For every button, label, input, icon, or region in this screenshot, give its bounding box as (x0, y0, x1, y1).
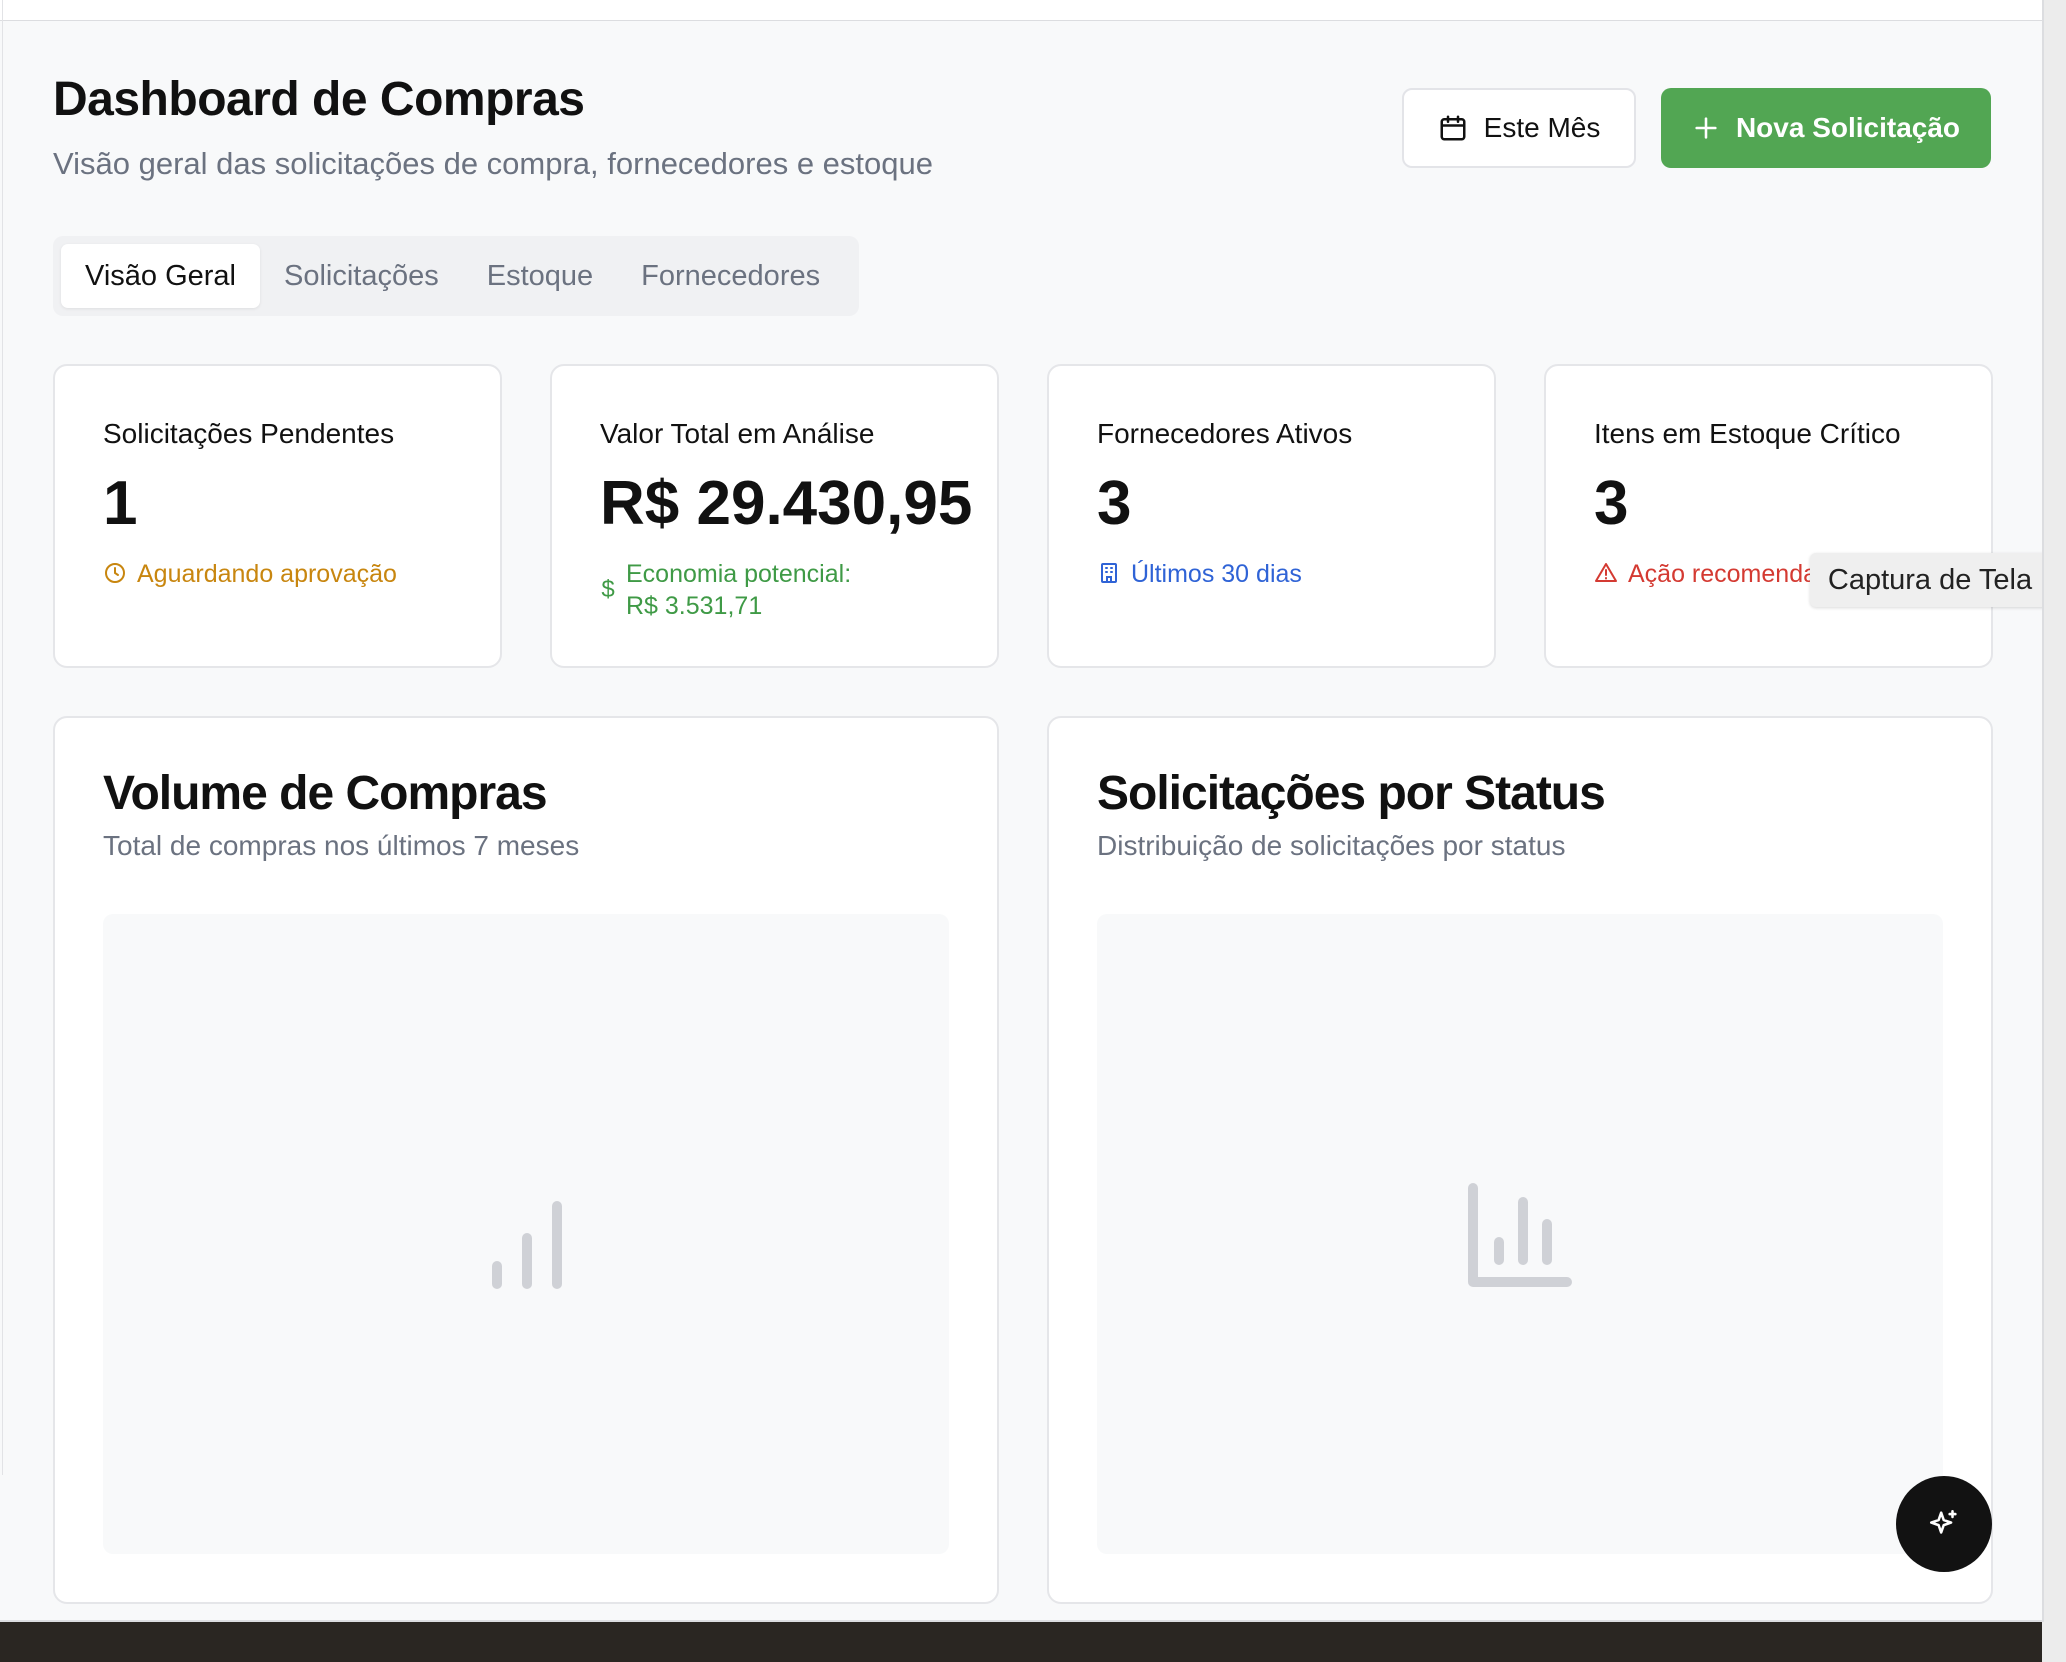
bar-chart-axis-icon (1465, 1180, 1575, 1290)
clock-icon (103, 561, 127, 585)
warning-icon (1594, 561, 1618, 585)
page-title: Dashboard de Compras (53, 73, 585, 126)
chart-subtitle: Total de compras nos últimos 7 meses (103, 830, 580, 861)
tab-bar: Visão Geral Solicitações Estoque Fornece… (53, 236, 859, 316)
kpi-note-text: Ação recomenda (1628, 560, 1818, 588)
kpi-note-text: Últimos 30 dias (1131, 560, 1302, 588)
kpi-note: Últimos 30 dias (1097, 558, 1302, 590)
left-divider (2, 0, 3, 1475)
kpi-value: 3 (1594, 469, 1629, 538)
chart-title: Solicitações por Status (1097, 767, 1606, 820)
kpi-label: Fornecedores Ativos (1097, 418, 1353, 449)
month-filter-label: Este Mês (1483, 112, 1601, 143)
month-filter-button[interactable]: Este Mês (1402, 88, 1636, 168)
calendar-icon (1438, 113, 1468, 143)
new-request-button[interactable]: Nova Solicitação (1661, 88, 1991, 168)
kpi-card-pending: Solicitações Pendentes 1 Aguardando apro… (53, 364, 502, 668)
new-request-label: Nova Solicitação (1735, 112, 1961, 143)
status-requests-card: Solicitações por Status Distribuição de … (1047, 716, 1993, 1604)
tab-suppliers[interactable]: Fornecedores (617, 244, 844, 308)
kpi-value: R$ 29.430,95 (600, 469, 973, 538)
kpi-card-suppliers: Fornecedores Ativos 3 Últimos 30 dias (1047, 364, 1496, 668)
tab-requests[interactable]: Solicitações (260, 244, 463, 308)
tab-stock[interactable]: Estoque (463, 244, 617, 308)
kpi-note: Ação recomenda (1594, 558, 1817, 590)
chart-placeholder (1097, 914, 1943, 1554)
kpi-note-text: Economia potencial: (626, 560, 852, 588)
sparkle-icon (1927, 1507, 1961, 1541)
app-window: Dashboard de Compras Visão geral das sol… (0, 0, 2044, 1622)
screenshot-tooltip: Captura de Tela (1810, 553, 2042, 607)
bar-chart-icon (483, 1184, 573, 1294)
kpi-note: $ Economia potencial: R$ 3.531,71 (600, 558, 851, 622)
kpi-note: Aguardando aprovação (103, 558, 397, 590)
kpi-label: Solicitações Pendentes (103, 418, 395, 449)
plus-icon (1692, 114, 1720, 142)
building-icon (1097, 561, 1121, 585)
tab-overview[interactable]: Visão Geral (61, 244, 260, 308)
kpi-label: Valor Total em Análise (600, 418, 875, 449)
kpi-value: 3 (1097, 469, 1132, 538)
kpi-card-critical-stock: Itens em Estoque Crítico 3 Ação recomend… (1544, 364, 1993, 668)
chart-subtitle: Distribuição de solicitações por status (1097, 830, 1566, 861)
kpi-card-total-value: Valor Total em Análise R$ 29.430,95 $ Ec… (550, 364, 999, 668)
window-edge (2042, 0, 2066, 1662)
purchase-volume-card: Volume de Compras Total de compras nos ú… (53, 716, 999, 1604)
kpi-label: Itens em Estoque Crítico (1594, 418, 1901, 449)
kpi-value: 1 (103, 469, 138, 538)
chart-placeholder (103, 914, 949, 1554)
top-bar (0, 0, 2042, 21)
dollar-icon: $ (601, 576, 615, 603)
page-subtitle: Visão geral das solicitações de compra, … (53, 146, 934, 181)
chart-title: Volume de Compras (103, 767, 548, 820)
assistant-fab[interactable] (1896, 1476, 1992, 1572)
kpi-note-text: Aguardando aprovação (137, 560, 397, 588)
kpi-note-amount: R$ 3.531,71 (626, 592, 763, 620)
